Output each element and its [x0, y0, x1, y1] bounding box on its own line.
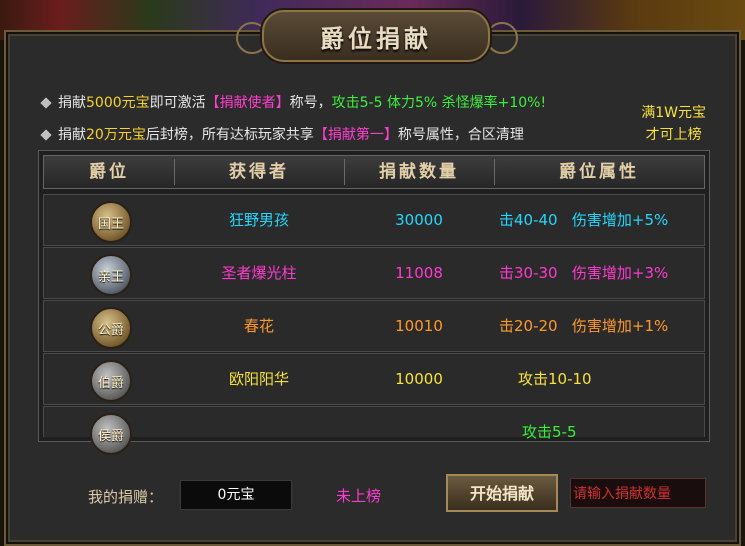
rank-badge-icon: 亲王	[90, 254, 132, 296]
rank-status: 未上榜	[336, 487, 382, 505]
table-row: 亲王 圣者爆光柱 11008 击30-30 伤害增加+3%	[43, 247, 705, 299]
attr-bonus: 伤害增加+5%	[571, 211, 669, 229]
donation-amount: 10000	[395, 370, 443, 388]
player-name: 狂野男孩	[228, 211, 289, 229]
header-amount: 捐献数量	[379, 162, 459, 182]
player-name: 欧阳阳华	[228, 370, 289, 388]
info-text: 称号，	[289, 95, 332, 111]
info-text: 捐献	[58, 127, 86, 143]
info-amount: 5000元宝	[86, 95, 150, 111]
attr-attack: 击30-30	[499, 264, 558, 282]
rank-badge-icon: 伯爵	[90, 360, 132, 402]
panel-title: 爵位捐献	[320, 23, 432, 53]
attr-bonus: 伤害增加+3%	[571, 264, 669, 282]
donation-amount: 10010	[395, 317, 443, 335]
rank-name: 公爵	[97, 322, 124, 338]
donation-amount	[344, 407, 494, 457]
attr-bonus: 伤害增加+1%	[571, 317, 669, 335]
table-header: 爵位 获得者 捐献数量 爵位属性	[43, 155, 705, 189]
rank-name: 侯爵	[97, 428, 124, 444]
info-line-2: 捐献20万元宝后封榜，所有达标玩家共享【捐献第一】称号属性，合区清理	[40, 124, 524, 144]
rank-name: 国王	[97, 216, 124, 232]
start-donate-button[interactable]: 开始捐献	[446, 474, 558, 512]
rank-badge-icon: 公爵	[90, 307, 132, 349]
donation-amount: 11008	[395, 264, 443, 282]
side-note-line: 满1W元宝	[641, 105, 706, 121]
player-name: 春花	[243, 317, 274, 335]
header-player: 获得者	[229, 162, 289, 182]
info-text: 捐献	[58, 95, 86, 111]
rank-attributes: 击40-40 伤害增加+5%	[499, 195, 704, 245]
table-row: 伯爵 欧阳阳华 10000 攻击10-10	[43, 353, 705, 405]
rank-attributes: 攻击5-5	[522, 423, 577, 441]
info-text: 后封榜，所有达标玩家共享	[145, 127, 314, 143]
header-attributes: 爵位属性	[559, 162, 639, 182]
rank-name: 亲王	[97, 269, 124, 285]
table-row: 公爵 春花 10010 击20-20 伤害增加+1%	[43, 300, 705, 352]
title-ornament-right-icon	[486, 22, 518, 54]
attr-attack: 击20-20	[499, 317, 558, 335]
title-plate: 爵位捐献	[262, 10, 490, 62]
info-section: 捐献5000元宝即可激活【捐献使者】称号，攻击5-5 体力5% 杀怪爆率+10%…	[34, 78, 710, 158]
info-text: 即可激活	[149, 95, 206, 111]
rank-attributes: 攻击10-10	[518, 370, 592, 388]
donation-amount: 30000	[395, 211, 443, 229]
my-donation-value: 0元宝	[180, 480, 292, 510]
table-row: 侯爵 攻击5-5	[43, 406, 705, 455]
my-donation-label: 我的捐赠：	[88, 488, 164, 506]
info-text: 称号属性，合区清理	[397, 127, 524, 143]
side-note-line: 才可上榜	[645, 127, 702, 143]
header-rank: 爵位	[89, 162, 129, 182]
table-row: 国王 狂野男孩 30000 击40-40 伤害增加+5%	[43, 194, 705, 246]
rank-name: 伯爵	[97, 375, 124, 391]
side-note: 满1W元宝 才可上榜	[641, 102, 706, 146]
attr-attack: 击40-40	[499, 211, 558, 229]
player-name	[174, 407, 344, 457]
rank-attributes: 击20-20 伤害增加+1%	[499, 301, 704, 351]
info-title-name: 【捐献第一】	[313, 127, 398, 143]
info-reward: 攻击5-5 体力5% 杀怪爆率+10%!	[331, 95, 547, 111]
rank-badge-icon: 侯爵	[90, 413, 132, 455]
info-line-1: 捐献5000元宝即可激活【捐献使者】称号，攻击5-5 体力5% 杀怪爆率+10%…	[40, 92, 547, 112]
rank-badge-icon: 国王	[90, 201, 132, 243]
info-title-name: 【捐献使者】	[205, 95, 290, 111]
diamond-bullet-icon	[40, 97, 52, 109]
ranking-table: 爵位 获得者 捐献数量 爵位属性 国王 狂野男孩 30000 击40-40 伤害…	[38, 150, 710, 455]
player-name: 圣者爆光柱	[221, 264, 297, 282]
donation-amount-input[interactable]: 请输入捐献数量	[570, 478, 706, 508]
rank-attributes: 击30-30 伤害增加+3%	[499, 248, 704, 298]
diamond-bullet-icon	[40, 129, 52, 141]
info-amount: 20万元宝	[86, 127, 146, 143]
